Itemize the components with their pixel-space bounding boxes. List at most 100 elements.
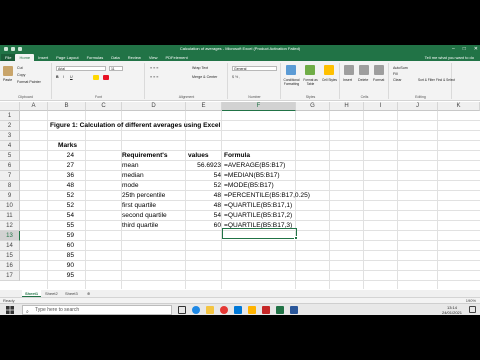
marks-cell[interactable]: 27 [48, 161, 74, 171]
marks-cell[interactable]: 24 [48, 151, 74, 161]
formula-cell[interactable]: =AVERAGE(B5:B17) [224, 161, 285, 171]
cut-button[interactable]: Cut [17, 66, 23, 70]
row-header-13[interactable]: 13 [0, 231, 20, 241]
cell-styles-button[interactable]: Cell Styles [320, 78, 339, 82]
font-color-icon[interactable] [103, 75, 109, 80]
row-header-16[interactable]: 16 [0, 261, 20, 271]
marks-cell[interactable]: 85 [48, 251, 74, 261]
value-cell[interactable]: 52 [186, 181, 221, 191]
column-header-g[interactable]: G [296, 102, 330, 111]
italic-button[interactable]: I [63, 75, 64, 79]
windows-start-icon[interactable] [6, 306, 14, 314]
fill-handle[interactable] [294, 236, 298, 240]
file-explorer-icon[interactable] [206, 306, 214, 314]
marks-cell[interactable]: 52 [48, 191, 74, 201]
active-cell-f13[interactable] [222, 228, 297, 239]
worksheet-grid[interactable]: A B C D E F G H I J K 1 2 3 4 5 6 7 8 9 10 11 12 13 1… [0, 102, 480, 290]
sort-filter-button[interactable]: Sort & Filter [418, 78, 435, 82]
marks-cell[interactable]: 95 [48, 271, 74, 281]
number-format-icons[interactable]: $ % , [232, 75, 240, 79]
tab-formulas[interactable]: Formulas [83, 54, 108, 61]
conditional-formatting-icon[interactable] [286, 65, 296, 75]
delete-button[interactable]: Delete [358, 78, 368, 82]
select-all-corner[interactable] [0, 102, 20, 111]
column-header-d[interactable]: D [122, 102, 186, 111]
row-header-14[interactable]: 14 [0, 241, 20, 251]
value-cell[interactable]: 56.6923 [186, 161, 221, 171]
marks-cell[interactable]: 48 [48, 181, 74, 191]
column-header-e[interactable]: E [186, 102, 222, 111]
row-header-17[interactable]: 17 [0, 271, 20, 281]
fill-button[interactable]: Fill [393, 72, 398, 76]
powerpoint-icon[interactable] [262, 306, 270, 314]
system-clock[interactable]: 13:14 24/01/2021 [442, 305, 462, 315]
value-cell[interactable]: 48 [186, 191, 221, 201]
underline-button[interactable]: U [70, 75, 73, 79]
row-header-5[interactable]: 5 [0, 151, 20, 161]
tab-file[interactable]: File [1, 54, 16, 61]
marks-cell[interactable]: 59 [48, 231, 74, 241]
formula-cell[interactable]: =QUARTILE(B5:B17,1) [224, 201, 292, 211]
tab-insert[interactable]: Insert [34, 54, 52, 61]
requirement-cell[interactable]: 25th percentile [122, 191, 165, 201]
requirement-cell[interactable]: median [122, 171, 144, 181]
value-cell[interactable]: 54 [186, 171, 221, 181]
formula-cell[interactable]: =MEDIAN(B5:B17) [224, 171, 280, 181]
close-button[interactable]: ✕ [474, 46, 478, 52]
format-as-table-button[interactable]: Format as Table [301, 78, 320, 86]
row-header-15[interactable]: 15 [0, 251, 20, 261]
formula-cell[interactable]: =MODE(B5:B17) [224, 181, 274, 191]
bold-button[interactable]: B [56, 75, 59, 79]
delete-cells-icon[interactable] [359, 65, 369, 75]
word-icon[interactable] [290, 306, 298, 314]
maximize-button[interactable]: □ [463, 46, 466, 52]
autosum-button[interactable]: AutoSum [393, 66, 408, 70]
row-header-7[interactable]: 7 [0, 171, 20, 181]
marks-cell[interactable]: 54 [48, 211, 74, 221]
format-cells-icon[interactable] [374, 65, 384, 75]
insert-cells-icon[interactable] [344, 65, 354, 75]
requirement-cell[interactable]: mode [122, 181, 139, 191]
column-header-h[interactable]: H [330, 102, 364, 111]
cell-styles-icon[interactable] [324, 65, 334, 75]
task-view-icon[interactable] [178, 306, 186, 314]
requirement-cell[interactable]: first quartile [122, 201, 156, 211]
wrap-text-button[interactable]: Wrap Text [192, 66, 208, 70]
row-header-4[interactable]: 4 [0, 141, 20, 151]
excel-icon[interactable] [276, 306, 284, 314]
value-cell[interactable]: 54 [186, 211, 221, 221]
merge-center-button[interactable]: Merge & Center [192, 75, 217, 79]
column-header-c[interactable]: C [86, 102, 122, 111]
values-header[interactable]: values [188, 151, 209, 161]
row-header-2[interactable]: 2 [0, 121, 20, 131]
fill-color-icon[interactable] [93, 75, 99, 80]
tab-review[interactable]: Review [124, 54, 145, 61]
format-button[interactable]: Format [373, 78, 384, 82]
tab-page-layout[interactable]: Page Layout [52, 54, 82, 61]
requirements-header[interactable]: Requirement's [122, 151, 168, 161]
row-header-8[interactable]: 8 [0, 181, 20, 191]
column-header-f[interactable]: F [222, 102, 296, 111]
row-header-1[interactable]: 1 [0, 111, 20, 121]
marks-cell[interactable]: 36 [48, 171, 74, 181]
column-header-a[interactable]: A [20, 102, 48, 111]
insert-button[interactable]: Insert [343, 78, 352, 82]
row-header-6[interactable]: 6 [0, 161, 20, 171]
row-header-3[interactable]: 3 [0, 131, 20, 141]
formula-header[interactable]: Formula [224, 151, 250, 161]
number-format-select[interactable]: General [232, 66, 277, 71]
marks-cell[interactable]: 90 [48, 261, 74, 271]
add-sheet-button[interactable]: ⊕ [84, 290, 93, 297]
row-header-10[interactable]: 10 [0, 201, 20, 211]
tab-pdfelement[interactable]: PDFelement [161, 54, 191, 61]
sheet-tab-sheet2[interactable]: Sheet2 [42, 290, 61, 297]
align-icons[interactable]: ≡ ≡ ≡ [150, 66, 158, 70]
tab-home[interactable]: Home [15, 54, 35, 61]
chrome-browser-icon[interactable] [220, 306, 228, 314]
value-cell[interactable]: 60 [186, 221, 221, 231]
tab-data[interactable]: Data [107, 54, 123, 61]
value-cell[interactable]: 48 [186, 201, 221, 211]
column-header-i[interactable]: I [364, 102, 398, 111]
tell-me-search[interactable]: Tell me what you want to do [425, 55, 474, 60]
requirement-cell[interactable]: third quartile [122, 221, 158, 231]
